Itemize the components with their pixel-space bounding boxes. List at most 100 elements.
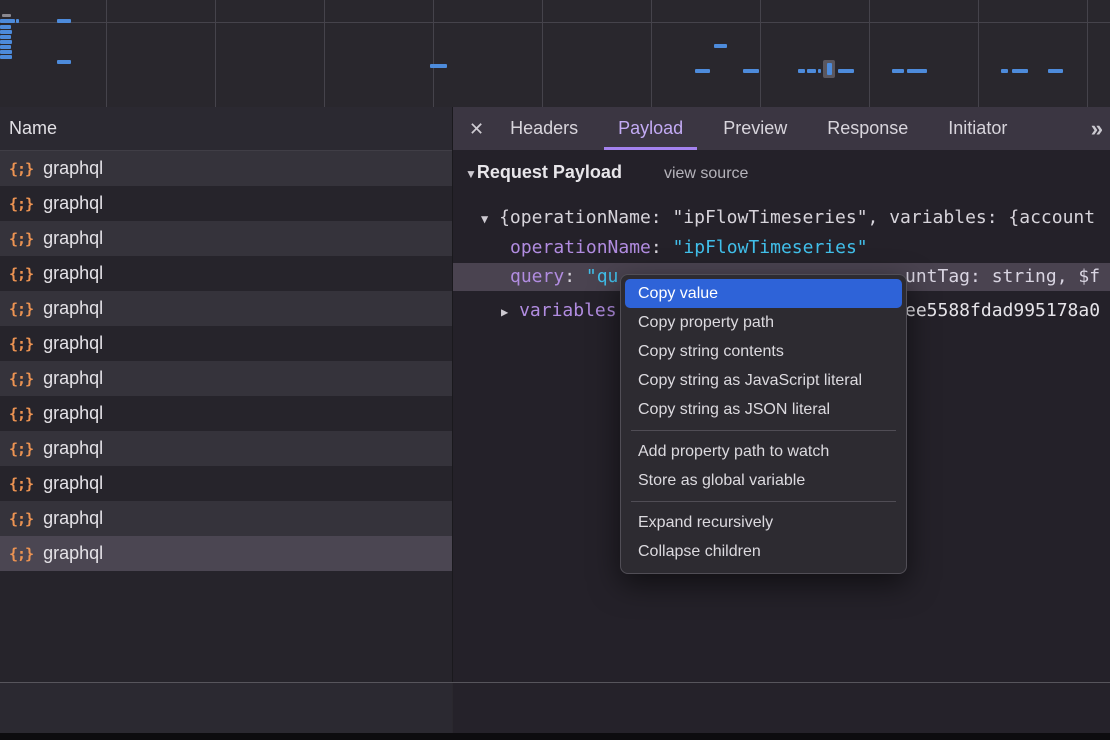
request-timing-bar[interactable] [807,69,816,73]
tree-row-operation-name[interactable]: operationName: "ipFlowTimeseries" [510,237,868,258]
request-timing-bar[interactable] [1012,69,1028,73]
root-preview-text: {operationName: "ipFlowTimeseries", vari… [499,207,1095,228]
network-overview-waterfall[interactable] [0,0,1110,108]
json-braces-icon: {;} [9,405,33,423]
root-expand-icon[interactable]: ▼ [481,212,488,226]
request-timing-bar[interactable] [0,45,11,49]
request-timing-bar[interactable] [838,69,854,73]
query-value-fragment: untTag: string, $f [905,266,1100,287]
name-column-header[interactable]: Name [0,107,452,151]
request-timing-bar[interactable] [0,35,11,39]
json-braces-icon: {;} [9,160,33,178]
name-column-label: Name [9,118,57,139]
request-timing-bar[interactable] [1048,69,1063,73]
grid-line [542,0,543,107]
menu-item-expand-recursively[interactable]: Expand recursively [625,508,902,537]
request-row[interactable]: {;}graphql [0,466,452,501]
menu-item-copy-string-json-literal[interactable]: Copy string as JSON literal [625,395,902,424]
grid-line [978,0,979,107]
view-source-link[interactable]: view source [664,165,748,182]
request-name-label: graphql [43,228,103,249]
request-timing-bar[interactable] [818,69,821,73]
request-row[interactable]: {;}graphql [0,186,452,221]
request-timing-bar[interactable] [714,44,727,48]
section-expand-icon[interactable]: ▼ [465,167,477,181]
more-tabs-icon[interactable]: » [1081,116,1110,142]
request-row[interactable]: {;}graphql [0,291,452,326]
tab-initiator[interactable]: Initiator [934,107,1021,150]
request-timing-bar[interactable] [0,50,12,54]
request-list-panel: Name {;}graphql{;}graphql{;}graphql{;}gr… [0,107,452,683]
request-payload-section: ▼Request Payload view source [465,162,748,183]
menu-item-copy-string-js-literal[interactable]: Copy string as JavaScript literal [625,366,902,395]
window-bottom-edge [0,733,1110,740]
request-row[interactable]: {;}graphql [0,256,452,291]
request-row[interactable]: {;} graphql [0,221,452,256]
request-timing-bar[interactable] [0,40,12,44]
request-timing-bar[interactable] [907,69,927,73]
request-timing-bar[interactable] [1001,69,1008,73]
request-timing-bar[interactable] [0,55,12,59]
request-name-label: graphql [43,403,103,424]
tab-response[interactable]: Response [813,107,922,150]
variables-collapse-icon[interactable]: ▶ [501,305,508,319]
request-timing-bar[interactable] [743,69,759,73]
request-timing-bar[interactable] [892,69,904,73]
right-footer-area [453,683,1110,733]
request-timing-bar[interactable] [798,69,805,73]
tab-headers[interactable]: Headers [496,107,592,150]
request-timing-bar[interactable] [0,25,11,29]
tree-root-row[interactable]: ▼ {operationName: "ipFlowTimeseries", va… [481,207,1095,228]
property-value: "ipFlowTimeseries" [673,237,868,258]
grid-line [433,0,434,107]
grid-line [651,0,652,107]
tab-payload[interactable]: Payload [604,107,697,150]
section-title: Request Payload [477,162,622,182]
json-braces-icon: {;} [9,475,33,493]
request-row[interactable]: {;} graphql [0,396,452,431]
detail-tabs: Headers Payload Preview Response Initiator [496,107,1033,150]
request-name-label: graphql [43,438,103,459]
context-menu-group-copy: Copy value Copy property path Copy strin… [621,279,906,424]
json-braces-icon: {;} [9,230,33,248]
menu-item-copy-value[interactable]: Copy value [625,279,902,308]
key-separator: : [564,266,586,287]
tree-row-query[interactable]: query: "qu [510,266,618,287]
request-list: {;} graphql {;} graphql {;} graphql {;} graphql… [0,151,452,571]
detail-tabbar: ✕ Headers Payload Preview Response Initiator… [453,107,1110,150]
request-timing-bar[interactable] [2,14,11,17]
request-row[interactable]: {;}graphql [0,326,452,361]
tree-row-variables[interactable]: ▶ variables [501,300,617,321]
request-timing-bar[interactable] [0,30,12,34]
request-timing-bar[interactable] [695,69,710,73]
request-name-label: graphql [43,508,103,529]
request-row[interactable]: {;}graphql [0,361,452,396]
menu-item-add-property-path-to-watch[interactable]: Add property path to watch [625,437,902,466]
request-name-label: graphql [43,158,103,179]
menu-item-store-as-global-variable[interactable]: Store as global variable [625,466,902,495]
request-timing-bar[interactable] [57,60,71,64]
close-icon[interactable]: ✕ [453,120,484,138]
request-row[interactable]: {;} graphql [0,501,452,536]
request-row[interactable]: {;} graphql [0,151,452,186]
menu-item-copy-string-contents[interactable]: Copy string contents [625,337,902,366]
request-row[interactable]: {;}graphql [0,431,452,466]
menu-separator [631,501,896,502]
request-timing-bar[interactable] [0,19,15,23]
menu-item-copy-property-path[interactable]: Copy property path [625,308,902,337]
json-braces-icon: {;} [9,545,33,563]
request-timing-bar[interactable] [57,19,71,23]
context-menu-group-expand: Expand recursively Collapse children [621,508,906,566]
request-timing-bar[interactable] [430,64,447,68]
variables-value-fragment: ee5588fdad995178a0 [905,300,1100,321]
property-value-start: "qu [586,266,619,287]
request-timing-bar[interactable] [16,19,19,23]
menu-item-collapse-children[interactable]: Collapse children [625,537,902,566]
property-key: operationName [510,237,651,258]
request-name-label: graphql [43,333,103,354]
request-row[interactable]: {;}graphql [0,536,452,571]
tab-preview[interactable]: Preview [709,107,801,150]
json-braces-icon: {;} [9,370,33,388]
request-name-label: graphql [43,263,103,284]
json-braces-icon: {;} [9,510,33,528]
